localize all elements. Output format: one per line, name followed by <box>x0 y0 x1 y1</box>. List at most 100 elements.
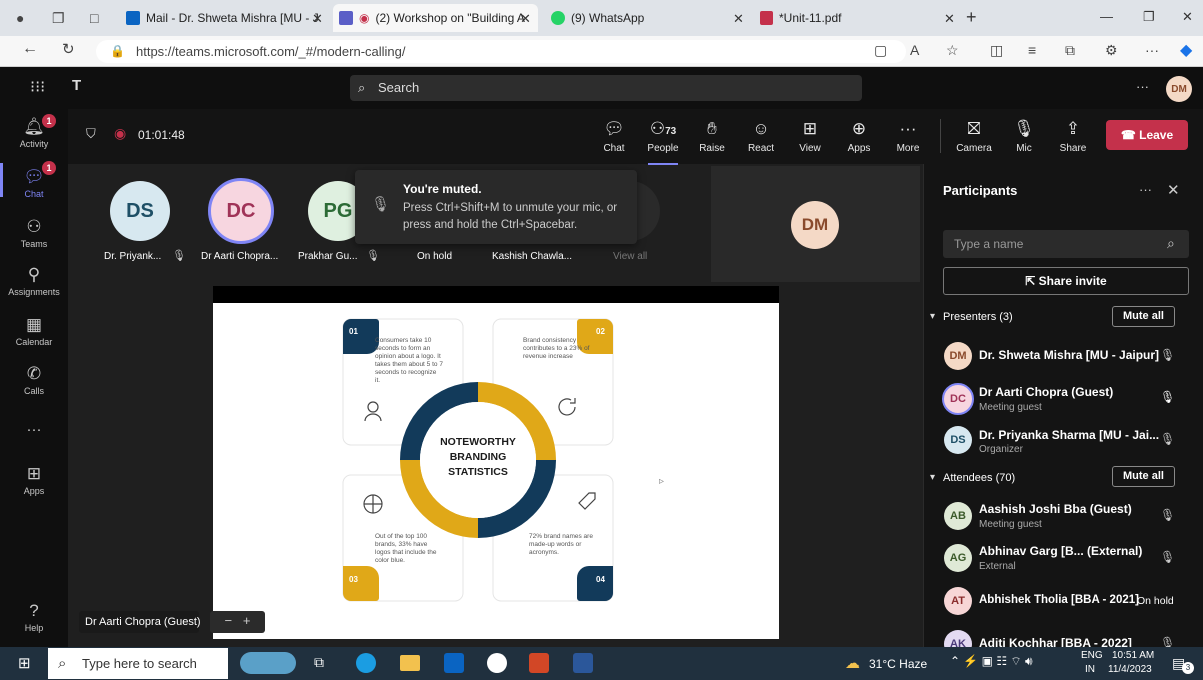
participant-search[interactable]: Type a name ⌕ <box>943 230 1189 258</box>
new-tab-icon[interactable]: + <box>966 7 977 28</box>
powerpoint-icon[interactable] <box>529 653 549 673</box>
collections-icon[interactable]: ⧉ <box>1065 42 1075 59</box>
collapse-icon[interactable]: ▾ <box>930 311 935 322</box>
back-icon[interactable]: ← <box>22 40 38 58</box>
self-video-tile[interactable]: DM <box>711 166 920 282</box>
favorite-icon[interactable]: ☆ <box>946 42 959 59</box>
url-field[interactable]: 🔒 https://teams.microsoft.com/_#/modern-… <box>96 40 906 63</box>
apps-button[interactable]: ⊕ Apps <box>836 119 882 154</box>
camera-button[interactable]: ⛝ Camera <box>951 119 997 154</box>
share-invite-button[interactable]: ⇱ Share invite <box>943 267 1189 295</box>
mute-all-presenters-button[interactable]: Mute all <box>1112 306 1175 327</box>
edge-icon[interactable] <box>356 653 376 673</box>
card-number: 02 <box>596 327 605 336</box>
leave-button[interactable]: ☎ Leave <box>1106 120 1188 150</box>
word-icon[interactable] <box>573 653 593 673</box>
extensions-icon[interactable]: ⚙ <box>1105 42 1118 59</box>
mic-on-icon: 🎙︎ <box>1160 390 1176 404</box>
rail-calls[interactable]: ✆ Calls <box>0 364 68 396</box>
tab-pdf[interactable]: *Unit-11.pdf <box>754 4 954 32</box>
people-button[interactable]: ⚇73 People <box>640 119 686 165</box>
file-explorer-icon[interactable] <box>400 655 420 671</box>
participant-name[interactable]: Dr. Priyanka Sharma [MU - Jai... <box>979 428 1159 442</box>
close-tab-icon[interactable]: ✕ <box>944 11 955 27</box>
more-icon[interactable]: ··· <box>1145 42 1159 58</box>
rail-help[interactable]: ? Help <box>0 601 68 633</box>
refresh-icon[interactable]: ↻ <box>62 40 75 58</box>
app-launcher-icon[interactable]: ⁝⁝⁝ <box>30 77 45 97</box>
more-button[interactable]: ··· More <box>885 119 931 154</box>
participant-name[interactable]: Dr Aarti Chopra (Guest) <box>979 385 1113 399</box>
split-screen-icon[interactable]: ◫ <box>990 42 1003 59</box>
chrome-icon[interactable] <box>487 653 507 673</box>
more-options-icon[interactable]: ··· <box>1136 79 1149 94</box>
teams-search[interactable]: ⌕ Search <box>350 75 862 101</box>
rail-apps[interactable]: ⊞ Apps <box>0 464 68 496</box>
language-top[interactable]: ENG <box>1081 650 1103 661</box>
call-controls: ⛉ ◉ 01:01:48 💬︎ Chat ⚇73 People ✋︎ Raise… <box>68 109 1203 165</box>
taskbar-search[interactable]: ⌕ Type here to search <box>48 648 228 679</box>
rail-more[interactable]: ··· <box>0 421 68 438</box>
more-icon: ··· <box>26 421 42 438</box>
windows-start-icon[interactable]: ⊞ <box>18 654 31 672</box>
tile-avatar[interactable]: DS <box>110 181 170 241</box>
language-bottom[interactable]: IN <box>1085 664 1095 675</box>
control-label: People <box>647 143 679 154</box>
zoom-in-icon[interactable]: + <box>243 613 251 628</box>
read-aloud-icon[interactable]: A <box>910 42 919 58</box>
participant-name[interactable]: Aashish Joshi Bba (Guest) <box>979 502 1132 516</box>
zoom-controls[interactable]: − + <box>210 611 265 633</box>
participant-name[interactable]: Abhishek Tholia [BBA - 2021] <box>979 594 1139 606</box>
rail-calendar[interactable]: ▦ Calendar <box>0 315 68 347</box>
mic-button[interactable]: 🎙︎ Mic <box>1001 119 1047 154</box>
clock-time[interactable]: 10:51 AM <box>1112 650 1154 661</box>
user-avatar[interactable]: DM <box>1166 76 1192 102</box>
mute-all-attendees-button[interactable]: Mute all <box>1112 466 1175 487</box>
tile-avatar-speaking[interactable]: DC <box>208 178 274 244</box>
tile-avatar: DM <box>791 201 839 249</box>
muted-body: Press Ctrl+Shift+M to unmute your mic, o… <box>403 202 618 231</box>
share-button[interactable]: ⇪ Share <box>1050 119 1096 154</box>
task-view-icon[interactable]: ⧉ <box>314 654 324 671</box>
weather-text[interactable]: 31°C Haze <box>869 657 927 671</box>
rail-activity[interactable]: 🔔︎ Activity 1 <box>0 114 68 149</box>
tray-icons[interactable]: ⌃ ⚡ ▣ ☷ ⌔ 🔊︎ <box>950 654 1033 669</box>
zoom-out-icon[interactable]: − <box>224 613 232 628</box>
close-tab-icon[interactable]: ✕ <box>312 11 323 27</box>
rail-teams[interactable]: ⚇ Teams <box>0 217 68 249</box>
chat-button[interactable]: 💬︎ Chat <box>591 119 637 154</box>
collections-icon[interactable]: ❐ <box>52 10 65 27</box>
profile-icon[interactable]: ● <box>16 10 24 26</box>
participant-name[interactable]: Dr. Shweta Mishra [MU - Jaipur] <box>979 348 1159 362</box>
outlook-icon[interactable] <box>444 653 464 673</box>
tab-whatsapp[interactable]: (9) WhatsApp <box>545 4 745 32</box>
clock-date[interactable]: 11/4/2023 <box>1108 664 1152 675</box>
app-available-icon[interactable]: ▢ <box>874 42 887 59</box>
view-all-link[interactable]: View all <box>613 251 647 262</box>
control-label: View <box>799 143 821 154</box>
windows-taskbar: ⊞ ⌕ Type here to search ⧉ ☁ 31°C Haze ⌃ … <box>0 647 1203 680</box>
tab-workshop[interactable]: ◉ (2) Workshop on "Building A <box>333 4 538 32</box>
copilot-icon[interactable]: ◆ <box>1180 40 1192 60</box>
rail-chat[interactable]: 💬︎ Chat 1 <box>0 161 68 199</box>
rail-assignments[interactable]: ⚲ Assignments <box>0 265 68 297</box>
collapse-icon[interactable]: ▾ <box>930 472 935 483</box>
close-tab-icon[interactable]: ✕ <box>520 11 531 27</box>
search-highlight-icon[interactable] <box>240 652 296 674</box>
participant-name[interactable]: Aditi Kochhar [BBA - 2022] <box>979 636 1132 647</box>
more-options-icon[interactable]: ··· <box>1139 182 1152 197</box>
raise-hand-button[interactable]: ✋︎ Raise <box>689 119 735 154</box>
participant-name[interactable]: Abhinav Garg [B... (External) <box>979 544 1142 558</box>
close-window-icon[interactable]: ✕ <box>1182 9 1193 25</box>
card-text: 72% brand names are made-up words or acr… <box>529 533 593 556</box>
tab-actions-icon[interactable]: □ <box>90 10 98 26</box>
close-icon[interactable]: ✕ <box>1167 181 1180 199</box>
minimize-icon[interactable]: — <box>1100 9 1113 24</box>
activity-badge: 1 <box>42 114 56 128</box>
tab-mail[interactable]: Mail - Dr. Shweta Mishra [MU - J <box>120 4 330 32</box>
restore-icon[interactable]: ❐ <box>1143 9 1155 25</box>
view-button[interactable]: ⊞ View <box>787 119 833 154</box>
close-tab-icon[interactable]: ✕ <box>733 11 744 27</box>
favorites-list-icon[interactable]: ≡ <box>1028 42 1036 58</box>
react-button[interactable]: ☺ React <box>738 119 784 154</box>
